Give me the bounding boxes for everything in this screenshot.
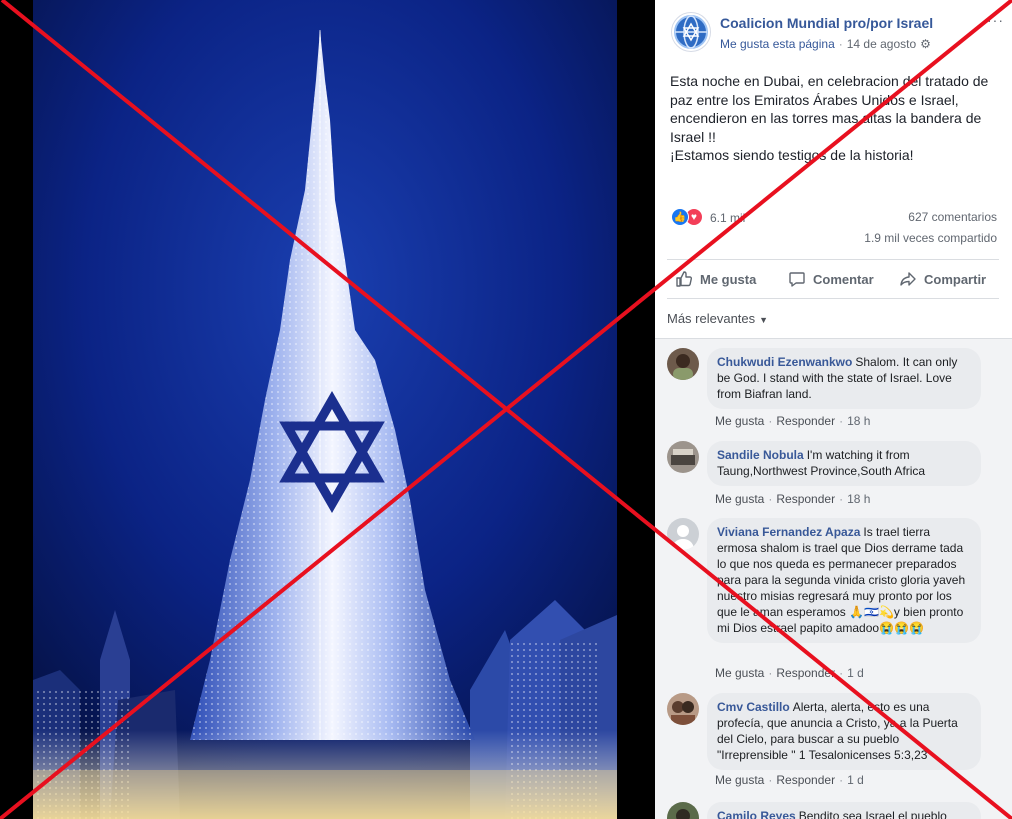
separator: · bbox=[839, 492, 844, 506]
comment-author[interactable]: Viviana Fernandez Apaza bbox=[717, 525, 860, 539]
caret-down-icon: ▼ bbox=[759, 315, 769, 325]
post-meta: Me gusta esta página · 14 de agosto ⚙ bbox=[720, 37, 931, 51]
separator: · bbox=[839, 666, 844, 680]
share-button[interactable]: Compartir bbox=[899, 260, 986, 298]
thumbs-up-icon bbox=[676, 271, 693, 287]
like-button[interactable]: Me gusta bbox=[675, 260, 756, 298]
avatar[interactable] bbox=[667, 348, 699, 380]
separator: · bbox=[768, 773, 773, 787]
comment-button[interactable]: Comentar bbox=[788, 260, 874, 298]
comment-bubble: Camilo Reyes Bendito sea Israel el pueblo bbox=[707, 802, 981, 819]
comment-footer: Me gusta · Responder · 1 d bbox=[715, 773, 864, 787]
comment-bubble: Sandile Nobula I'm watching it from Taung… bbox=[707, 441, 981, 486]
comment-like-link[interactable]: Me gusta bbox=[715, 414, 764, 428]
comment-time[interactable]: 18 h bbox=[847, 492, 870, 506]
comment-footer: Me gusta · Responder · 18 h bbox=[715, 414, 870, 428]
comment-text: Is trael tierra ermosa shalom is trael q… bbox=[717, 525, 966, 635]
post-line: Esta noche en Dubai, en celebracion del … bbox=[670, 73, 989, 89]
comment-bubble: Chukwudi Ezenwankwo Shalom. It can only b… bbox=[707, 348, 981, 409]
share-icon bbox=[900, 272, 916, 286]
comment-author[interactable]: Chukwudi Ezenwankwo bbox=[717, 355, 852, 369]
user-photo-icon bbox=[667, 802, 699, 819]
comment-text: Bendito sea Israel el pueblo bbox=[798, 809, 947, 819]
post-actions: Me gusta Comentar Compartir bbox=[667, 259, 999, 299]
like-reaction-icon: 👍 bbox=[671, 208, 689, 226]
avatar[interactable] bbox=[667, 441, 699, 473]
post-line: ¡Estamos siendo testigos de la historia! bbox=[670, 147, 914, 163]
like-label: Me gusta bbox=[700, 271, 757, 287]
post-header: Coalicion Mundial pro/por Israel Me gust… bbox=[671, 12, 1001, 56]
post-date[interactable]: 14 de agosto bbox=[847, 37, 916, 51]
comment-bubble: Cmv Castillo Alerta, alerta, esto es una … bbox=[707, 693, 981, 770]
comment-reply-link[interactable]: Responder bbox=[776, 666, 835, 680]
share-label: Compartir bbox=[924, 271, 987, 287]
like-page-link[interactable]: Me gusta esta página bbox=[720, 37, 835, 51]
comments-count[interactable]: 627 comentarios bbox=[908, 210, 997, 224]
comment-like-link[interactable]: Me gusta bbox=[715, 492, 764, 506]
reactions-count[interactable]: 6.1 mil bbox=[710, 211, 745, 225]
comment-time[interactable]: 18 h bbox=[847, 414, 870, 428]
comment-footer: Me gusta · Responder · 1 d bbox=[715, 666, 864, 680]
post-line: paz entre los Emiratos Árabes Unidos e I… bbox=[670, 91, 959, 108]
sort-label: Más relevantes bbox=[667, 311, 756, 326]
more-options-icon[interactable]: ··· bbox=[987, 12, 1004, 28]
comment-footer: Me gusta · Responder · 18 h bbox=[715, 492, 870, 506]
separator: · bbox=[839, 773, 844, 787]
page-name[interactable]: Coalicion Mundial pro/por Israel bbox=[720, 15, 933, 31]
comment-reply-link[interactable]: Responder bbox=[776, 414, 835, 428]
avatar[interactable] bbox=[667, 802, 699, 819]
post-line: encendieron en las torres mas altas la b… bbox=[670, 110, 982, 126]
separator: · bbox=[839, 414, 844, 428]
gear-icon: ⚙ bbox=[920, 37, 931, 51]
post-line: Israel !! bbox=[670, 128, 716, 145]
post-sidebar: Coalicion Mundial pro/por Israel Me gust… bbox=[655, 0, 1012, 819]
post-photo[interactable] bbox=[0, 0, 655, 819]
page-avatar[interactable] bbox=[671, 12, 711, 52]
comment-icon bbox=[789, 272, 805, 287]
user-photo-icon bbox=[667, 348, 699, 380]
comment-label: Comentar bbox=[813, 271, 874, 287]
comment-sort-dropdown[interactable]: Más relevantes ▼ bbox=[667, 311, 768, 326]
comment-reply-link[interactable]: Responder bbox=[776, 773, 835, 787]
shares-count[interactable]: 1.9 mil veces compartido bbox=[864, 231, 997, 245]
separator: · bbox=[838, 37, 843, 51]
reactions-bar: 👍 ♥ 6.1 mil 627 comentarios 1.9 mil vece… bbox=[671, 207, 999, 247]
comment-time[interactable]: 1 d bbox=[847, 666, 864, 680]
burj-khalifa-israel-flag-image bbox=[0, 0, 655, 819]
avatar[interactable] bbox=[667, 518, 699, 550]
comment-reply-link[interactable]: Responder bbox=[776, 492, 835, 506]
comments-list: Chukwudi Ezenwankwo Shalom. It can only b… bbox=[655, 338, 1012, 819]
separator: · bbox=[768, 666, 773, 680]
comment-like-link[interactable]: Me gusta bbox=[715, 666, 764, 680]
comment-bubble: Viviana Fernandez Apaza Is trael tierra e… bbox=[707, 518, 981, 643]
comment-author[interactable]: Sandile Nobula bbox=[717, 448, 804, 462]
separator: · bbox=[768, 492, 773, 506]
comment-time[interactable]: 1 d bbox=[847, 773, 864, 787]
user-photo-icon bbox=[667, 441, 699, 473]
post-text: Esta noche en Dubai, en celebracion del … bbox=[670, 72, 1000, 165]
comment-author[interactable]: Cmv Castillo bbox=[717, 700, 790, 714]
default-avatar-icon bbox=[667, 518, 699, 550]
comment-author[interactable]: Camilo Reyes bbox=[717, 809, 796, 819]
user-photo-icon bbox=[667, 693, 699, 725]
globe-logo-icon bbox=[674, 15, 708, 49]
comment-like-link[interactable]: Me gusta bbox=[715, 773, 764, 787]
separator: · bbox=[768, 414, 773, 428]
avatar[interactable] bbox=[667, 693, 699, 725]
